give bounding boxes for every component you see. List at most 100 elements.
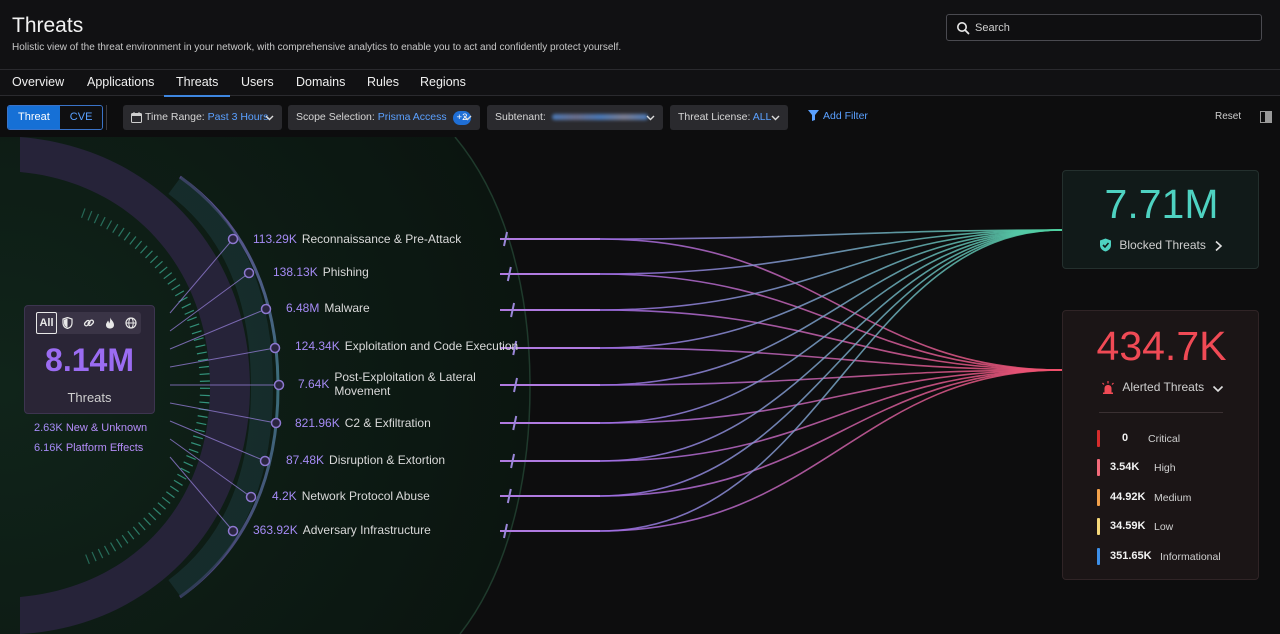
new-unknown-value: 2.63K: [34, 422, 63, 434]
category-dot: [270, 417, 282, 429]
toolbar-divider: [106, 105, 107, 130]
tab-domains[interactable]: Domains: [296, 75, 345, 89]
chevron-down-icon: [463, 115, 472, 121]
platform-effects-label: Platform Effects: [65, 442, 144, 454]
alerted-threats-value: 434.7K: [1096, 323, 1227, 369]
threat-type-filter: All: [36, 312, 141, 334]
category-value: 821.96K: [295, 416, 340, 430]
severity-value: 0: [1122, 432, 1129, 444]
blocked-threats-card: 7.71M Blocked Threats: [1062, 170, 1259, 269]
severity-divider: [1099, 412, 1223, 413]
severity-color-bar: [1097, 518, 1100, 535]
severity-value: 44.92K: [1110, 491, 1146, 503]
severity-informational[interactable]: 351.65K Informational: [1097, 548, 1247, 566]
tab-rules[interactable]: Rules: [367, 75, 399, 89]
severity-label: Informational: [1160, 551, 1221, 563]
search-input[interactable]: [975, 19, 1255, 37]
shield-check-icon: [1100, 238, 1111, 252]
category-value: 6.48M: [286, 301, 320, 315]
time-range-dropdown[interactable]: Time Range: Past 3 Hours: [123, 105, 282, 130]
threat-flow-visualization: 113.29K Reconnaissance & Pre-Attack 138.1…: [0, 137, 1280, 634]
subtenant-label: Subtenant:: [495, 111, 546, 123]
page-header: Threats Holistic view of the threat envi…: [0, 0, 1280, 70]
category-label: Malware: [324, 301, 370, 315]
tab-applications[interactable]: Applications: [87, 75, 154, 89]
category-network-protocol-abuse[interactable]: 4.2K Network Protocol Abuse: [272, 489, 430, 507]
category-label: Post-Exploitation & Lateral Movement: [334, 370, 476, 398]
category-dot: [259, 455, 271, 467]
severity-label: Medium: [1154, 492, 1192, 504]
time-range-value: Past 3 Hours: [207, 111, 269, 123]
tab-users[interactable]: Users: [241, 75, 274, 89]
category-value: 138.13K: [273, 265, 318, 279]
category-label: Exploitation and Code Execution: [344, 339, 519, 353]
chevron-down-icon: [771, 115, 780, 121]
blocked-threats-label: Blocked Threats: [1119, 238, 1206, 252]
total-threats-card: All 8.14M Threats: [24, 305, 155, 414]
severity-low[interactable]: 34.59K Low: [1097, 518, 1237, 536]
subtenant-dropdown[interactable]: Subtenant:: [487, 105, 663, 130]
category-exploitation[interactable]: 124.34K Exploitation and Code Execution: [295, 339, 518, 357]
category-value: 7.64K: [298, 377, 330, 391]
total-threats-label: Threats: [67, 390, 112, 405]
new-unknown-stat[interactable]: 2.63K New & Unknown: [34, 422, 147, 434]
search-icon: [957, 22, 970, 35]
cve-toggle-button[interactable]: CVE: [59, 106, 103, 129]
category-disruption-extortion[interactable]: 87.48K Disruption & Extortion: [286, 453, 445, 471]
threat-flow-lines: [500, 229, 1063, 539]
fire-icon[interactable]: [99, 312, 120, 334]
category-adversary-infrastructure[interactable]: 363.92K Adversary Infrastructure: [253, 523, 431, 541]
shield-icon[interactable]: [57, 312, 78, 334]
severity-color-bar: [1097, 548, 1100, 565]
category-reconnaissance[interactable]: 113.29K Reconnaissance & Pre-Attack: [253, 232, 461, 250]
calendar-icon: [131, 112, 142, 123]
category-dot: [269, 342, 281, 354]
category-label: Adversary Infrastructure: [302, 523, 431, 537]
reset-button[interactable]: Reset: [1215, 111, 1241, 122]
alarm-icon: [1102, 381, 1114, 394]
blocked-threats-link[interactable]: Blocked Threats: [1099, 238, 1223, 252]
page-title: Threats: [12, 14, 84, 37]
chevron-down-icon: [1212, 385, 1223, 393]
category-phishing[interactable]: 138.13K Phishing: [273, 265, 369, 283]
search-box[interactable]: [946, 14, 1262, 41]
threat-toggle-button[interactable]: Threat: [8, 106, 60, 129]
total-threats-value: 8.14M: [45, 342, 134, 378]
category-label: Network Protocol Abuse: [301, 489, 430, 503]
alerted-threats-toggle[interactable]: Alerted Threats: [1101, 380, 1224, 394]
category-label: Phishing: [322, 265, 369, 279]
tab-overview[interactable]: Overview: [12, 75, 64, 89]
platform-effects-stat[interactable]: 6.16K Platform Effects: [34, 442, 143, 454]
severity-medium[interactable]: 44.92K Medium: [1097, 489, 1237, 507]
category-value: 4.2K: [272, 489, 297, 503]
globe-icon[interactable]: [120, 312, 141, 334]
severity-color-bar: [1097, 489, 1100, 506]
blocked-threats-value: 7.71M: [1104, 181, 1219, 227]
filter-icon: [808, 110, 819, 121]
platform-effects-value: 6.16K: [34, 442, 63, 454]
severity-label: Critical: [1148, 433, 1181, 445]
chevron-down-icon: [646, 115, 655, 121]
threat-license-dropdown[interactable]: Threat License: ALL: [670, 105, 788, 130]
tab-regions[interactable]: Regions: [420, 75, 466, 89]
tab-bar: Overview Applications Threats Users Doma…: [0, 70, 1280, 97]
severity-critical[interactable]: 0 Critical: [1097, 430, 1237, 448]
scope-label: Scope Selection:: [296, 111, 375, 123]
side-panel-icon[interactable]: [1260, 111, 1272, 123]
category-dot: [260, 303, 272, 315]
category-post-exploitation[interactable]: 7.64K Post-Exploitation & Lateral Movemen…: [298, 370, 484, 400]
severity-value: 351.65K: [1110, 550, 1152, 562]
severity-high[interactable]: 3.54K High: [1097, 459, 1237, 477]
link-icon[interactable]: [78, 312, 99, 334]
category-malware[interactable]: 6.48M Malware: [286, 301, 370, 319]
threat-license-label: Threat License:: [678, 111, 751, 123]
filter-all-button[interactable]: All: [36, 312, 57, 334]
add-filter-label: Add Filter: [823, 110, 868, 122]
add-filter-button[interactable]: Add Filter: [808, 110, 868, 122]
alerted-threats-card: 434.7K Alerted Threats 0 Critical 3.54K …: [1062, 310, 1259, 580]
scope-selection-dropdown[interactable]: Scope Selection: Prisma Access +2: [288, 105, 480, 130]
category-dot: [243, 267, 255, 279]
category-c2-exfiltration[interactable]: 821.96K C2 & Exfiltration: [295, 416, 431, 434]
tab-threats[interactable]: Threats: [163, 75, 231, 97]
new-unknown-label: New & Unknown: [65, 422, 148, 434]
